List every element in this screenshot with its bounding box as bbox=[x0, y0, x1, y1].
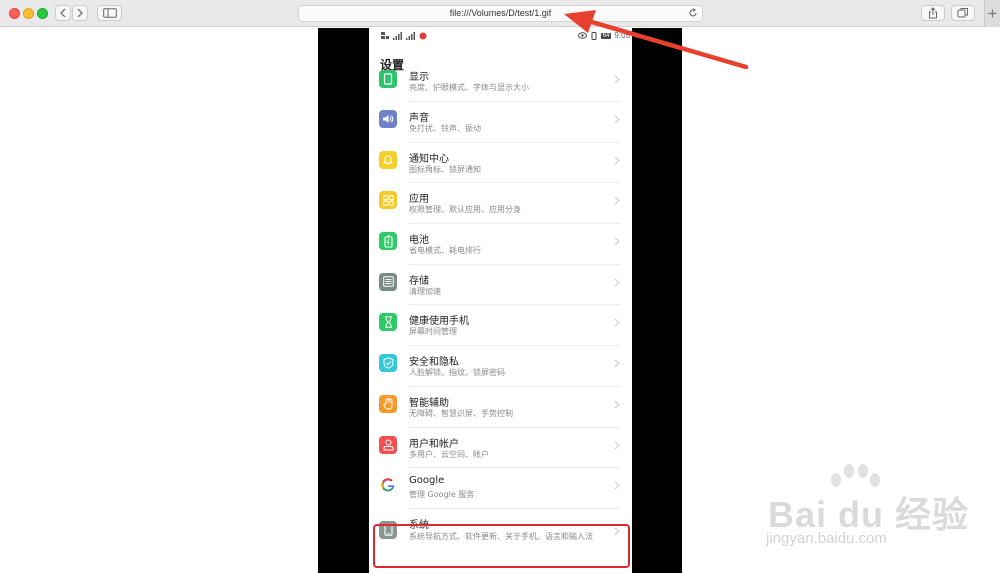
chevron-right-icon bbox=[77, 8, 83, 18]
plus-icon bbox=[988, 9, 997, 18]
browser-toolbar: file:///Volumes/D/test/1.gif bbox=[0, 0, 1000, 27]
settings-item-title: 通知中心 bbox=[409, 153, 449, 165]
share-icon bbox=[929, 7, 937, 19]
settings-item-notifications[interactable]: 通知中心 图标角标、锁屏通知 bbox=[369, 143, 632, 184]
settings-item-subtitle: 省电模式、耗电排行 bbox=[409, 246, 481, 256]
highlight-box-system bbox=[373, 524, 630, 568]
display-icon bbox=[379, 70, 397, 88]
settings-item-subtitle: 管理 Google 服务 bbox=[409, 490, 475, 500]
chevron-right-icon bbox=[614, 359, 620, 368]
chevron-right-icon bbox=[614, 75, 620, 84]
chevron-right-icon bbox=[614, 196, 620, 205]
settings-item-subtitle: 无障碍、智慧识屏、手势控制 bbox=[409, 408, 513, 418]
settings-item-title: 智能辅助 bbox=[409, 397, 449, 409]
chevron-right-icon bbox=[614, 319, 620, 327]
sidebar-toggle-button[interactable] bbox=[97, 5, 122, 21]
settings-item-title: 声音 bbox=[409, 113, 429, 124]
storage-icon bbox=[379, 272, 397, 291]
settings-item-storage[interactable]: 存储 清理加速 bbox=[369, 265, 632, 306]
shield-icon bbox=[379, 354, 397, 373]
chevron-right-icon bbox=[614, 400, 620, 409]
chevron-right-icon bbox=[614, 481, 620, 490]
url-text: file:///Volumes/D/test/1.gif bbox=[449, 8, 552, 18]
battery-level: 64 bbox=[600, 32, 612, 39]
user-icon bbox=[379, 435, 397, 454]
status-time: 9:05 bbox=[614, 31, 630, 40]
minimize-window-button[interactable] bbox=[23, 8, 34, 19]
google-icon bbox=[379, 476, 397, 495]
settings-item-apps[interactable]: 应用 权限管理、默认应用、应用分身 bbox=[369, 183, 632, 225]
settings-item-title: Google bbox=[409, 475, 445, 487]
sim-icon bbox=[381, 32, 389, 39]
reload-icon[interactable] bbox=[688, 8, 698, 18]
settings-item-sound[interactable]: 声音 免打扰、铃声、振动 bbox=[369, 102, 632, 143]
vibrate-icon bbox=[591, 31, 597, 40]
chevron-right-icon bbox=[614, 278, 620, 287]
settings-item-battery[interactable]: 电池 省电模式、耗电排行 bbox=[369, 224, 632, 265]
settings-item-smart-assistance[interactable]: 智能辅助 无障碍、智慧识屏、手势控制 bbox=[369, 387, 632, 428]
settings-item-digital-balance[interactable]: 健康使用手机 屏幕时间管理 bbox=[369, 305, 632, 347]
signal-bars-icon bbox=[393, 32, 402, 40]
signal-indicators bbox=[381, 32, 427, 40]
forward-button[interactable] bbox=[72, 5, 88, 21]
settings-item-title: 电池 bbox=[409, 235, 429, 247]
notification-icon bbox=[379, 150, 397, 169]
hand-icon bbox=[379, 394, 397, 413]
settings-item-subtitle: 屏幕时间管理 bbox=[409, 327, 457, 337]
phone-status-bar: 64 9:05 bbox=[369, 28, 632, 45]
watermark-url: jingyan.baidu.com bbox=[766, 530, 887, 547]
settings-item-subtitle: 图标角标、锁屏通知 bbox=[409, 164, 481, 174]
settings-item-title: 存储 bbox=[409, 275, 429, 287]
chevron-right-icon bbox=[614, 237, 620, 246]
settings-item-subtitle: 免打扰、铃声、振动 bbox=[409, 124, 481, 133]
settings-list: 显示 亮度、护眼模式、字体与显示大小 声音 免打扰、铃声、振动 通知中心 图标角… bbox=[369, 70, 632, 559]
settings-item-subtitle: 亮度、护眼模式、字体与显示大小 bbox=[409, 83, 529, 92]
settings-item-title: 健康使用手机 bbox=[409, 316, 469, 328]
app-notification-icon bbox=[419, 32, 427, 40]
signal-bars-icon bbox=[406, 32, 415, 40]
settings-item-subtitle: 权限管理、默认应用、应用分身 bbox=[409, 205, 521, 215]
share-button[interactable] bbox=[921, 5, 945, 21]
chevron-right-icon bbox=[614, 156, 620, 165]
chevron-right-icon bbox=[614, 441, 620, 449]
settings-item-subtitle: 多用户、云空间、帐户 bbox=[409, 449, 489, 459]
new-tab-button[interactable] bbox=[984, 0, 1000, 27]
address-bar[interactable]: file:///Volumes/D/test/1.gif bbox=[298, 5, 703, 22]
phone-screen: 64 9:05 设置 显示 亮度、护眼模式、字体与显示大小 声音 免打扰、铃声、… bbox=[369, 28, 632, 573]
settings-item-security[interactable]: 安全和隐私 人脸解锁、指纹、锁屏密码 bbox=[369, 346, 632, 387]
apps-icon bbox=[379, 191, 397, 210]
baidu-watermark: Bai du 经验 jingyan.baidu.com bbox=[760, 462, 990, 562]
settings-item-title: 用户和帐户 bbox=[409, 438, 459, 450]
settings-item-title: 显示 bbox=[409, 72, 429, 83]
battery-icon bbox=[379, 232, 397, 251]
zoom-window-button[interactable] bbox=[37, 8, 48, 19]
chevron-right-icon bbox=[614, 115, 620, 124]
settings-item-google[interactable]: Google 管理 Google 服务 bbox=[369, 468, 632, 509]
sidebar-icon bbox=[102, 8, 117, 18]
settings-item-title: 应用 bbox=[409, 194, 429, 206]
settings-item-subtitle: 人脸解锁、指纹、锁屏密码 bbox=[409, 368, 505, 378]
tab-overview-button[interactable] bbox=[951, 5, 975, 21]
sound-icon bbox=[379, 110, 397, 128]
tabs-icon bbox=[957, 8, 968, 18]
back-button[interactable] bbox=[55, 5, 71, 21]
chevron-left-icon bbox=[60, 8, 66, 18]
eye-icon bbox=[577, 32, 587, 39]
close-window-button[interactable] bbox=[9, 8, 20, 19]
settings-item-display[interactable]: 显示 亮度、护眼模式、字体与显示大小 bbox=[369, 70, 632, 102]
settings-item-subtitle: 清理加速 bbox=[409, 286, 441, 296]
hourglass-icon bbox=[379, 313, 397, 332]
status-right: 64 9:05 bbox=[577, 31, 630, 40]
settings-item-title: 安全和隐私 bbox=[409, 357, 459, 369]
settings-item-users-accounts[interactable]: 用户和帐户 多用户、云空间、帐户 bbox=[369, 428, 632, 469]
